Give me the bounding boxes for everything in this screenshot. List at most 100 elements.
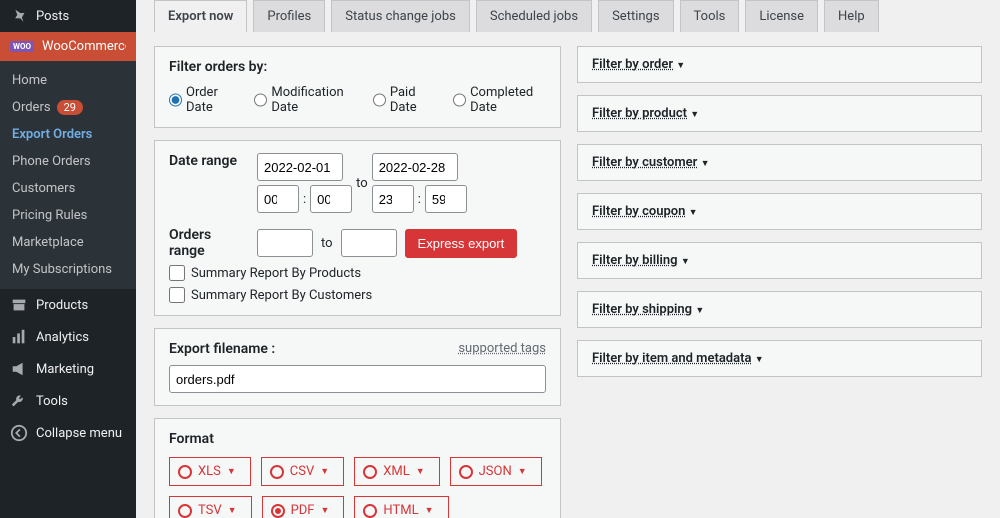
export-filename-input[interactable]	[169, 365, 546, 393]
sidebar-item-posts[interactable]: Posts	[0, 0, 136, 32]
caret-down-icon: ▼	[425, 505, 434, 516]
tab-scheduled-jobs[interactable]: Scheduled jobs	[476, 0, 592, 32]
orders-range-label: Orders range	[169, 227, 249, 259]
bar-chart-icon	[10, 328, 28, 346]
accordion-label: Filter by coupon	[592, 204, 685, 219]
time-colon: :	[418, 192, 421, 207]
from-minute-input[interactable]	[310, 185, 352, 213]
sidebar-sub-subscriptions[interactable]: My Subscriptions	[0, 256, 136, 283]
caret-down-icon: ▼	[227, 466, 236, 477]
checkbox-label: Summary Report By Products	[191, 266, 361, 281]
summary-customers-checkbox[interactable]	[169, 287, 185, 303]
tab-help[interactable]: Help	[824, 0, 879, 32]
caret-down-icon: ▼	[320, 466, 329, 477]
caret-down-icon: ▼	[690, 110, 699, 120]
accordion-label: Filter by shipping	[592, 302, 692, 317]
sidebar-sub-label: Export Orders	[12, 127, 92, 142]
sidebar-sub-customers[interactable]: Customers	[0, 175, 136, 202]
sidebar-item-woocommerce[interactable]: WOO WooCommerce	[0, 32, 136, 61]
date-range-label: Date range	[169, 153, 249, 169]
sidebar-sub-label: Home	[12, 73, 47, 88]
radio-modification-date[interactable]: Modification Date	[254, 85, 355, 115]
accordion-filter-billing[interactable]: Filter by billing ▼	[577, 242, 982, 279]
format-html-button[interactable]: HTML▼	[354, 496, 448, 518]
radio-icon	[270, 465, 284, 479]
accordion-filter-customer[interactable]: Filter by customer ▼	[577, 144, 982, 181]
accordion-filter-coupon[interactable]: Filter by coupon ▼	[577, 193, 982, 230]
accordion-label: Filter by order	[592, 57, 673, 72]
tab-export-now[interactable]: Export now	[154, 0, 247, 32]
radio-icon	[363, 504, 377, 518]
accordion-label: Filter by billing	[592, 253, 678, 268]
summary-products-checkbox[interactable]	[169, 265, 185, 281]
sidebar-sub-home[interactable]: Home	[0, 67, 136, 94]
sidebar-item-marketing[interactable]: Marketing	[0, 353, 136, 385]
sidebar-item-tools[interactable]: Tools	[0, 385, 136, 417]
to-hour-input[interactable]	[372, 185, 414, 213]
to-minute-input[interactable]	[425, 185, 467, 213]
orders-from-input[interactable]	[257, 229, 313, 257]
express-export-button[interactable]: Express export	[405, 229, 518, 258]
sidebar-sub-pricing-rules[interactable]: Pricing Rules	[0, 202, 136, 229]
sidebar-sub-orders[interactable]: Orders29	[0, 94, 136, 121]
caret-down-icon: ▼	[518, 466, 527, 477]
format-xls-button[interactable]: XLS▼	[169, 457, 251, 486]
sidebar-item-products[interactable]: Products	[0, 289, 136, 321]
radio-paid-date[interactable]: Paid Date	[373, 85, 435, 115]
accordion-filter-order[interactable]: Filter by order ▼	[577, 46, 982, 83]
format-json-button[interactable]: JSON▼	[450, 457, 542, 486]
radio-label: Modification Date	[271, 85, 355, 115]
sidebar-item-label: Marketing	[36, 362, 94, 377]
radio-completed-date-input[interactable]	[453, 92, 466, 108]
radio-order-date[interactable]: Order Date	[169, 85, 236, 115]
accordion-filter-shipping[interactable]: Filter by shipping ▼	[577, 291, 982, 328]
accordion-filter-product[interactable]: Filter by product ▼	[577, 95, 982, 132]
tab-bar: Export now Profiles Status change jobs S…	[154, 0, 982, 32]
format-csv-button[interactable]: CSV▼	[261, 457, 344, 486]
orders-to-input[interactable]	[341, 229, 397, 257]
filter-orders-title: Filter orders by:	[169, 59, 546, 75]
sidebar-sub-label: Phone Orders	[12, 154, 91, 169]
supported-tags-link[interactable]: supported tags	[458, 341, 546, 356]
sidebar-sub-phone-orders[interactable]: Phone Orders	[0, 148, 136, 175]
tab-license[interactable]: License	[745, 0, 818, 32]
sidebar-item-analytics[interactable]: Analytics	[0, 321, 136, 353]
radio-modification-date-input[interactable]	[254, 92, 267, 108]
from-hour-input[interactable]	[257, 185, 299, 213]
filter-orders-panel: Filter orders by: Order Date Modificatio…	[154, 46, 561, 128]
wrench-icon	[10, 392, 28, 410]
format-label: PDF	[291, 503, 315, 518]
radio-label: Completed Date	[470, 85, 546, 115]
sidebar-collapse-menu[interactable]: Collapse menu	[0, 417, 136, 449]
caret-down-icon: ▼	[321, 505, 330, 516]
accordion-label: Filter by product	[592, 106, 687, 121]
tab-tools[interactable]: Tools	[680, 0, 740, 32]
to-date-input[interactable]	[372, 153, 458, 181]
caret-down-icon: ▼	[228, 505, 237, 516]
export-filename-panel: Export filename : supported tags	[154, 328, 561, 406]
sidebar-sub-marketplace[interactable]: Marketplace	[0, 229, 136, 256]
woocommerce-logo-icon: WOO	[10, 41, 34, 52]
pin-icon	[10, 7, 28, 25]
sidebar-item-label: WooCommerce	[42, 39, 132, 54]
format-tsv-button[interactable]: TSV▼	[169, 496, 252, 518]
tab-status-change-jobs[interactable]: Status change jobs	[331, 0, 470, 32]
format-xml-button[interactable]: XML▼	[354, 457, 439, 486]
date-range-panel: Date range : to	[154, 140, 561, 316]
radio-label: Order Date	[186, 85, 236, 115]
tab-settings[interactable]: Settings	[598, 0, 673, 32]
tab-profiles[interactable]: Profiles	[253, 0, 325, 32]
radio-order-date-input[interactable]	[169, 92, 182, 108]
radio-paid-date-input[interactable]	[373, 92, 386, 108]
radio-completed-date[interactable]: Completed Date	[453, 85, 546, 115]
format-pdf-button[interactable]: PDF ▼	[262, 496, 345, 518]
radio-label: Paid Date	[390, 85, 435, 115]
sidebar-sub-label: My Subscriptions	[12, 262, 112, 277]
sidebar-sub-label: Customers	[12, 181, 75, 196]
sidebar-sub-export-orders[interactable]: Export Orders	[0, 121, 136, 148]
accordion-filter-item-metadata[interactable]: Filter by item and metadata ▼	[577, 340, 982, 377]
collapse-icon	[10, 424, 28, 442]
from-date-input[interactable]	[257, 153, 343, 181]
caret-down-icon: ▼	[695, 306, 704, 316]
caret-down-icon: ▼	[676, 61, 685, 71]
